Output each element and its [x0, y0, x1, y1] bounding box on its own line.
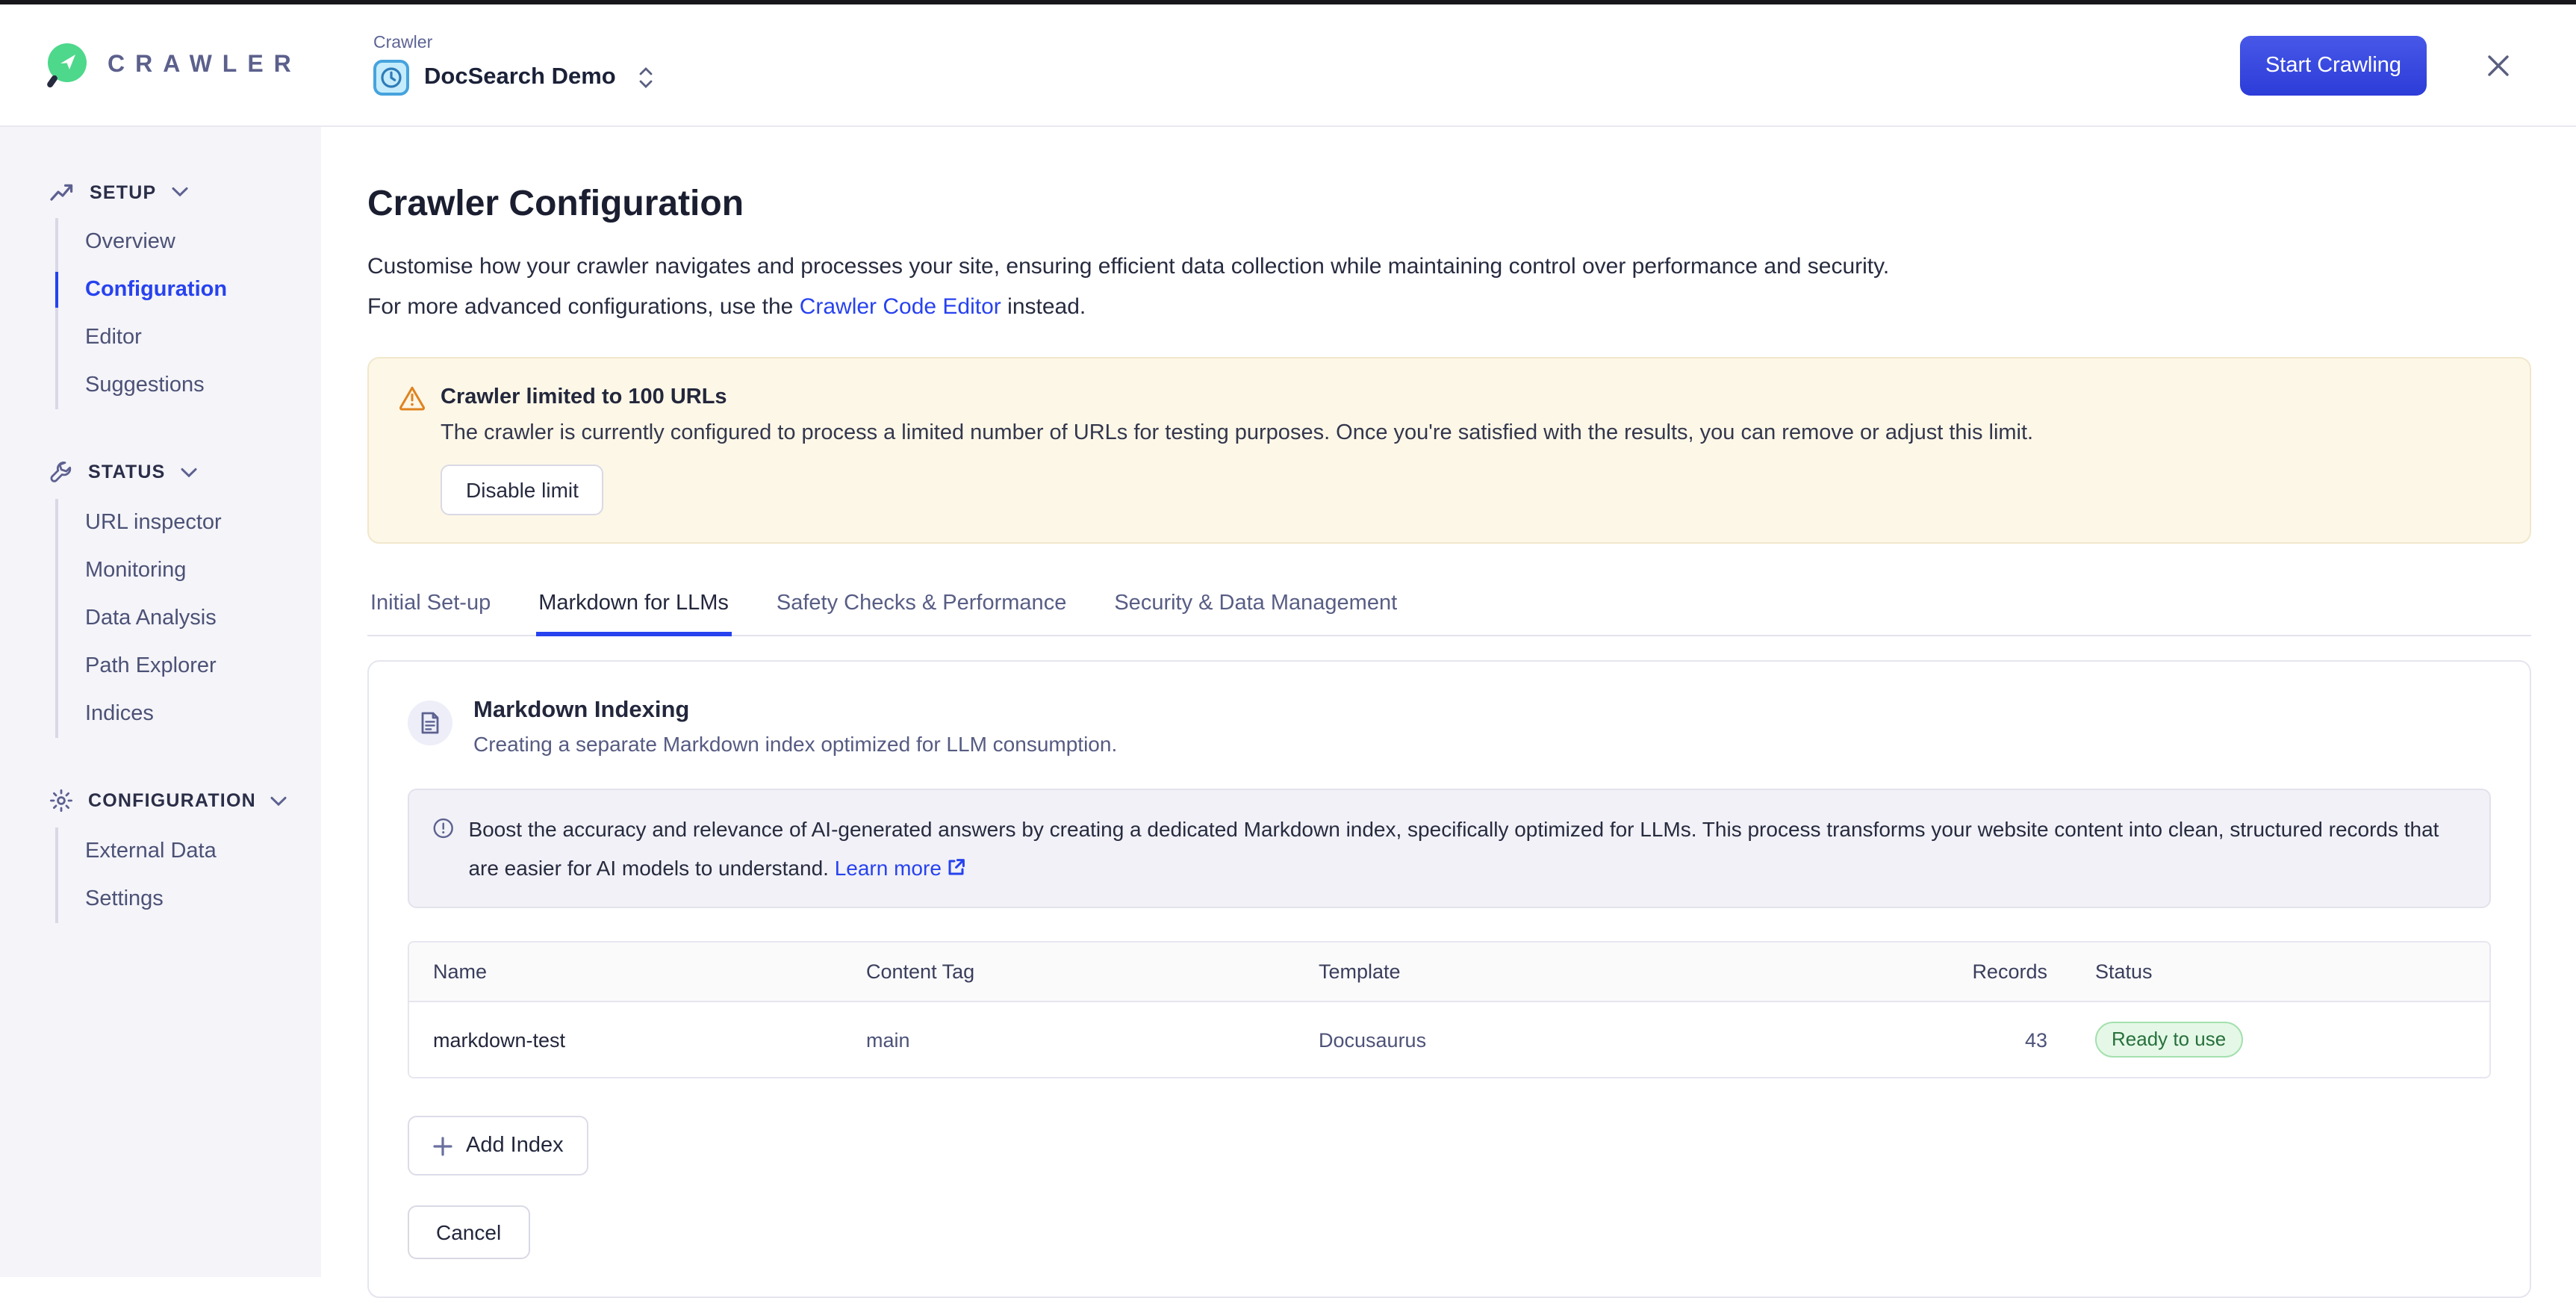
- sidebar: SETUP Overview Configuration Editor Sugg…: [0, 127, 321, 1277]
- tab-markdown-for-llms[interactable]: Markdown for LLMs: [535, 577, 732, 635]
- brand-wordmark: CRAWLER: [108, 52, 302, 78]
- column-header-records: Records: [1832, 960, 2071, 983]
- column-header-status: Status: [2071, 960, 2489, 983]
- gear-icon: [49, 789, 73, 813]
- page-description-line2: For more advanced configurations, use th…: [367, 287, 2531, 327]
- crawler-logo-icon: [45, 43, 87, 87]
- card-subtitle: Creating a separate Markdown index optim…: [473, 732, 1117, 756]
- add-index-button[interactable]: Add Index: [408, 1116, 589, 1176]
- sidebar-item-editor[interactable]: Editor: [85, 314, 321, 361]
- sidebar-item-suggestions[interactable]: Suggestions: [85, 361, 321, 409]
- info-text: Boost the accuracy and relevance of AI-g…: [468, 810, 2465, 887]
- sidebar-group-setup-header[interactable]: SETUP: [49, 181, 321, 203]
- url-limit-warning-banner: Crawler limited to 100 URLs The crawler …: [367, 357, 2531, 544]
- cell-records: 43: [1832, 1028, 2071, 1051]
- sidebar-group-status-header[interactable]: STATUS: [49, 460, 321, 484]
- status-badge: Ready to use: [2095, 1022, 2242, 1058]
- app-select-value: DocSearch Demo: [424, 64, 616, 91]
- sidebar-item-monitoring[interactable]: Monitoring: [85, 547, 321, 594]
- sidebar-group-label: STATUS: [88, 462, 166, 482]
- info-icon: [433, 816, 453, 841]
- sidebar-item-settings[interactable]: Settings: [85, 875, 321, 923]
- card-title: Markdown Indexing: [473, 698, 1117, 724]
- sidebar-group-label: SETUP: [90, 181, 156, 202]
- page-title: Crawler Configuration: [367, 184, 2531, 226]
- sidebar-item-data-analysis[interactable]: Data Analysis: [85, 594, 321, 642]
- sidebar-item-overview[interactable]: Overview: [85, 218, 321, 266]
- cancel-button[interactable]: Cancel: [408, 1205, 529, 1259]
- chevron-down-icon: [271, 795, 287, 806]
- wrench-icon: [49, 460, 73, 484]
- column-header-name: Name: [409, 960, 842, 983]
- app-select-label: Crawler: [373, 34, 653, 52]
- main-content: Crawler Configuration Customise how your…: [321, 127, 2576, 1277]
- tab-security-data-management[interactable]: Security & Data Management: [1111, 577, 1400, 635]
- markdown-index-table: Name Content Tag Template Records Status…: [408, 941, 2491, 1078]
- sidebar-item-indices[interactable]: Indices: [85, 690, 321, 738]
- top-header: CRAWLER Crawler DocSearch Demo Start Cra…: [0, 4, 2576, 127]
- table-row[interactable]: markdown-test main Docusaurus 43 Ready t…: [409, 1002, 2489, 1077]
- info-callout: Boost the accuracy and relevance of AI-g…: [408, 789, 2491, 908]
- sidebar-group-configuration: CONFIGURATION External Data Settings: [49, 789, 321, 923]
- markdown-indexing-card: Markdown Indexing Creating a separate Ma…: [367, 660, 2531, 1298]
- trend-up-icon: [49, 181, 75, 203]
- app-select-dropdown[interactable]: DocSearch Demo: [373, 60, 653, 96]
- external-link-icon: [948, 857, 967, 877]
- select-updown-icon: [640, 67, 653, 88]
- brand-logo: CRAWLER: [45, 43, 367, 87]
- chevron-down-icon: [181, 467, 197, 477]
- table-header-row: Name Content Tag Template Records Status: [409, 943, 2489, 1002]
- close-button[interactable]: [2483, 50, 2513, 80]
- sidebar-group-label: CONFIGURATION: [88, 790, 256, 811]
- column-header-template: Template: [1295, 960, 1832, 983]
- plus-icon: [433, 1136, 452, 1155]
- tab-initial-set-up[interactable]: Initial Set-up: [367, 577, 494, 635]
- page-description-line1: Customise how your crawler navigates and…: [367, 246, 2531, 287]
- cell-status: Ready to use: [2071, 1022, 2489, 1058]
- disable-limit-button[interactable]: Disable limit: [441, 465, 604, 515]
- tab-safety-checks-performance[interactable]: Safety Checks & Performance: [774, 577, 1069, 635]
- card-header: Markdown Indexing Creating a separate Ma…: [408, 698, 2491, 756]
- warning-icon: [399, 385, 426, 411]
- sidebar-group-status: STATUS URL inspector Monitoring Data Ana…: [49, 460, 321, 738]
- docsearch-app-icon: [373, 60, 409, 96]
- app-window: CRAWLER Crawler DocSearch Demo Start Cra…: [0, 0, 2576, 1279]
- sidebar-item-path-explorer[interactable]: Path Explorer: [85, 642, 321, 690]
- document-icon: [408, 701, 452, 745]
- crawler-app-select: Crawler DocSearch Demo: [373, 34, 653, 96]
- cell-content-tag: main: [842, 1028, 1295, 1051]
- column-header-content-tag: Content Tag: [842, 960, 1295, 983]
- configuration-tabs: Initial Set-up Markdown for LLMs Safety …: [367, 577, 2531, 636]
- cell-index-name: markdown-test: [409, 1028, 842, 1051]
- start-crawling-button[interactable]: Start Crawling: [2240, 35, 2427, 95]
- cell-template: Docusaurus: [1295, 1028, 1832, 1051]
- banner-text: The crawler is currently configured to p…: [441, 421, 2500, 445]
- sidebar-item-configuration[interactable]: Configuration: [85, 266, 321, 314]
- close-icon: [2483, 50, 2513, 80]
- sidebar-item-url-inspector[interactable]: URL inspector: [85, 499, 321, 547]
- sidebar-item-external-data[interactable]: External Data: [85, 827, 321, 875]
- banner-title: Crawler limited to 100 URLs: [441, 384, 2500, 411]
- chevron-down-icon: [171, 187, 187, 197]
- learn-more-link[interactable]: Learn more: [835, 856, 942, 880]
- sidebar-group-configuration-header[interactable]: CONFIGURATION: [49, 789, 321, 813]
- crawler-code-editor-link[interactable]: Crawler Code Editor: [800, 294, 1001, 320]
- sidebar-group-setup: SETUP Overview Configuration Editor Sugg…: [49, 181, 321, 409]
- page-description: Customise how your crawler navigates and…: [367, 246, 2531, 327]
